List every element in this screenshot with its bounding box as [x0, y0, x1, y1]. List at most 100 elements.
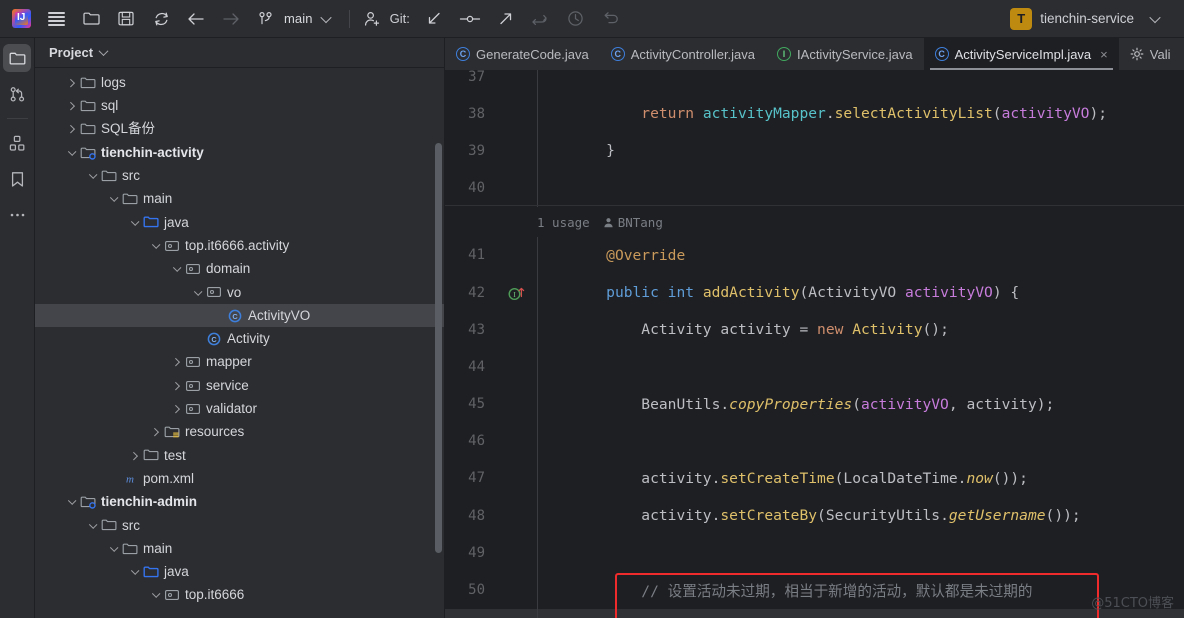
code-line[interactable]: 43 Activity activity = new Activity();	[445, 311, 1184, 349]
editor-tab-activityserviceimpl-java[interactable]: C ActivityServiceImpl.java ×	[923, 38, 1119, 70]
fold-gutter[interactable]	[537, 385, 547, 423]
chevron-right-icon[interactable]	[169, 404, 182, 413]
code-line[interactable]: 46	[445, 422, 1184, 460]
code-line[interactable]: 49	[445, 534, 1184, 572]
fold-gutter[interactable]	[537, 497, 547, 535]
tree-item-mapper[interactable]: mapper	[35, 351, 444, 374]
tree-item-validator[interactable]: validator	[35, 397, 444, 420]
tree-item-main[interactable]: main	[35, 537, 444, 560]
project-scrollbar-thumb[interactable]	[435, 143, 442, 553]
chevron-down-icon[interactable]	[148, 589, 161, 598]
code-text[interactable]: @Override	[547, 247, 685, 264]
save-icon[interactable]	[113, 6, 139, 32]
tree-item-src[interactable]: src	[35, 514, 444, 537]
sidebar-item-pull-requests[interactable]	[3, 80, 31, 108]
chevron-down-icon[interactable]	[106, 193, 119, 202]
fold-gutter[interactable]	[537, 571, 547, 609]
code-text[interactable]: // 设置活动未过期，相当于新增的活动，默认都是未过期的	[547, 580, 1032, 601]
editor-tab-iactivityservice-java[interactable]: I IActivityService.java	[766, 38, 924, 70]
tree-item-service[interactable]: service	[35, 374, 444, 397]
code-line[interactable]: 47 activity.setCreateTime(LocalDateTime.…	[445, 459, 1184, 498]
project-panel-header[interactable]: Project	[35, 38, 444, 68]
code-text[interactable]: activity.setCreateTime(LocalDateTime.now…	[547, 470, 1028, 487]
git-push-icon[interactable]	[493, 6, 519, 32]
chevron-down-icon[interactable]	[85, 170, 98, 179]
sidebar-item-project[interactable]	[3, 44, 31, 72]
git-commit-icon[interactable]	[456, 6, 484, 32]
chevron-down-icon[interactable]	[190, 287, 203, 296]
code-text[interactable]: public int addActivity(ActivityVO activi…	[547, 284, 1019, 301]
tree-item-resources[interactable]: resources	[35, 420, 444, 443]
tree-item-tienchin-activity[interactable]: tienchin-activity	[35, 141, 444, 164]
refresh-icon[interactable]	[148, 6, 174, 32]
tree-item-test[interactable]: test	[35, 444, 444, 467]
hamburger-menu-icon[interactable]	[43, 6, 69, 32]
tree-item-top-it6666[interactable]: top.it6666	[35, 584, 444, 607]
tree-item-domain[interactable]: domain	[35, 257, 444, 280]
tree-item-java[interactable]: java	[35, 211, 444, 234]
fold-gutter[interactable]	[537, 311, 547, 349]
code-text[interactable]: BeanUtils.copyProperties(activityVO, act…	[547, 396, 1054, 413]
branch-name[interactable]: main	[284, 11, 313, 26]
fold-gutter[interactable]	[537, 459, 547, 498]
chevron-down-icon[interactable]	[64, 147, 77, 156]
override-method-icon[interactable]: I	[497, 285, 537, 301]
code-text[interactable]: activity.setCreateBy(SecurityUtils.getUs…	[547, 507, 1080, 524]
code-line[interactable]: 44	[445, 348, 1184, 386]
editor-tab-vali[interactable]: Vali	[1119, 38, 1182, 70]
fold-gutter[interactable]	[537, 70, 547, 96]
code-text[interactable]: return activityMapper.selectActivityList…	[547, 105, 1107, 122]
close-icon[interactable]: ×	[1100, 47, 1108, 62]
fold-gutter[interactable]	[537, 348, 547, 386]
chevron-right-icon[interactable]	[148, 428, 161, 436]
chevron-right-icon[interactable]	[127, 451, 140, 460]
code-line[interactable]: 37	[445, 70, 1184, 96]
code-text[interactable]: }	[547, 142, 615, 159]
git-branch-icon[interactable]	[253, 6, 279, 32]
chevron-right-icon[interactable]	[64, 102, 77, 110]
code-line[interactable]: 41 @Override	[445, 236, 1184, 274]
chevron-down-icon[interactable]	[1142, 6, 1168, 32]
tree-item-vo[interactable]: vo	[35, 281, 444, 304]
chevron-down-icon[interactable]	[313, 6, 339, 32]
fold-gutter[interactable]	[537, 534, 547, 572]
fold-gutter[interactable]	[537, 95, 547, 133]
git-rebase-icon[interactable]	[528, 6, 554, 32]
code-line[interactable]: 42 I public int addActivity(ActivityVO ac…	[445, 273, 1184, 312]
code-editor[interactable]: 37 38 return activityMapper.selectActivit…	[445, 70, 1184, 618]
chevron-down-icon[interactable]	[127, 217, 140, 226]
history-icon[interactable]	[563, 6, 589, 32]
fold-gutter[interactable]	[537, 132, 547, 170]
inlay-hint-usages[interactable]: 1 usage BNTang	[445, 211, 1184, 235]
editor-tab-generatecode-java[interactable]: C GenerateCode.java	[445, 38, 600, 70]
sidebar-item-bookmarks[interactable]	[3, 165, 31, 193]
tree-item-top-it6666-activity[interactable]: top.it6666.activity	[35, 234, 444, 257]
open-folder-icon[interactable]	[78, 6, 104, 32]
chevron-down-icon[interactable]	[106, 543, 119, 552]
sidebar-item-more[interactable]	[3, 201, 31, 229]
forward-arrow-icon[interactable]	[218, 6, 244, 32]
chevron-right-icon[interactable]	[64, 125, 77, 134]
chevron-down-icon[interactable]	[64, 496, 77, 505]
fold-gutter[interactable]	[537, 169, 547, 207]
tree-item-java[interactable]: java	[35, 560, 444, 583]
tree-item-main[interactable]: main	[35, 187, 444, 210]
tree-item-logs[interactable]: logs	[35, 71, 444, 94]
intellij-idea-logo[interactable]: IJ	[6, 6, 34, 32]
editor-tab-bar[interactable]: C GenerateCode.java C ActivityController.ja…	[445, 38, 1184, 70]
fold-gutter[interactable]	[537, 608, 547, 618]
code-line[interactable]: 45 BeanUtils.copyProperties(activityVO, …	[445, 385, 1184, 423]
tree-item-activityvo[interactable]: C ActivityVO	[35, 303, 444, 328]
fold-gutter[interactable]	[537, 273, 547, 312]
code-text[interactable]: Activity activity = new Activity();	[547, 321, 949, 338]
git-pull-icon[interactable]	[421, 6, 447, 32]
chevron-down-icon[interactable]	[148, 240, 161, 249]
project-switcher[interactable]: T tienchin-service	[1010, 6, 1174, 32]
code-line[interactable]: 50 // 设置活动未过期，相当于新增的活动，默认都是未过期的	[445, 571, 1184, 609]
chevron-down-icon[interactable]	[85, 519, 98, 529]
usage-count[interactable]: 1 usage	[537, 215, 590, 230]
back-arrow-icon[interactable]	[183, 6, 209, 32]
tree-item-sql[interactable]: SQL备份	[35, 118, 444, 141]
editor-tab-activitycontroller-java[interactable]: C ActivityController.java	[600, 38, 766, 70]
tree-item-sql[interactable]: sql	[35, 94, 444, 117]
